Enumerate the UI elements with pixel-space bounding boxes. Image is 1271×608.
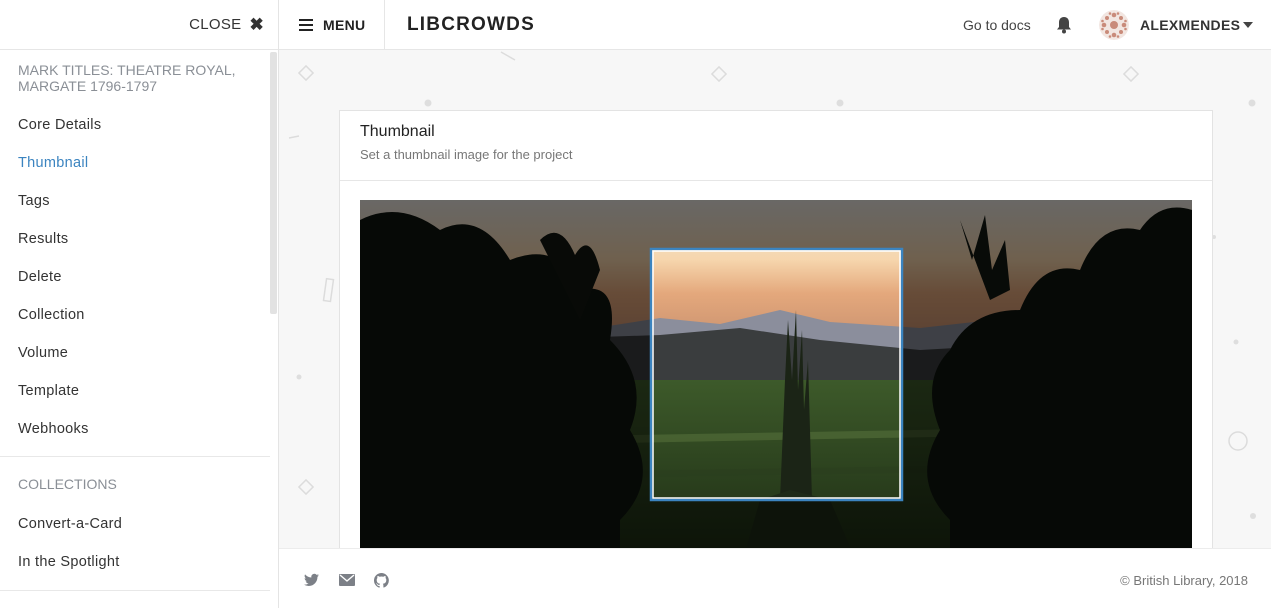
project-title: MARK TITLES: THEATRE ROYAL, MARGATE 1796…	[18, 62, 236, 94]
card-subtitle: Set a thumbnail image for the project	[360, 147, 573, 162]
twitter-icon[interactable]	[304, 573, 319, 587]
sidebar-item-convert-a-card[interactable]: Convert-a-Card	[0, 505, 270, 543]
brand-logo[interactable]: LIBCROWDS	[407, 14, 535, 36]
sidebar: CLOSE ✖ MARK TITLES: THEATRE ROYAL, MARG…	[0, 0, 279, 608]
sidebar-item-in-the-spotlight[interactable]: In the Spotlight	[0, 543, 270, 581]
top-bar: MENU LIBCROWDS Go to docs ALEXMENDES	[279, 0, 1271, 50]
sidebar-item-webhooks[interactable]: Webhooks	[0, 410, 270, 448]
collections-nav: Convert-a-Card In the Spotlight	[0, 505, 270, 581]
docs-link[interactable]: Go to docs	[963, 17, 1031, 33]
hamburger-icon	[299, 19, 313, 31]
footer: © British Library, 2018	[279, 548, 1271, 608]
card-header: Thumbnail Set a thumbnail image for the …	[340, 111, 1212, 181]
sidebar-item-template[interactable]: Template	[0, 372, 270, 410]
close-icon: ✖	[249, 14, 264, 34]
menu-label: MENU	[323, 17, 366, 33]
card-title: Thumbnail	[360, 123, 435, 140]
sidebar-item-results[interactable]: Results	[0, 220, 270, 258]
thumbnail-image-cropper[interactable]	[360, 200, 1192, 548]
sidebar-item-core-details[interactable]: Core Details	[0, 106, 270, 144]
username-dropdown[interactable]: ALEXMENDES	[1140, 17, 1240, 33]
collections-heading: COLLECTIONS	[18, 476, 117, 492]
sidebar-item-volume[interactable]: Volume	[0, 334, 270, 372]
sidebar-item-thumbnail[interactable]: Thumbnail	[0, 144, 270, 182]
github-icon[interactable]	[373, 573, 389, 588]
main-content: Thumbnail Set a thumbnail image for the …	[279, 50, 1271, 548]
close-label: CLOSE	[189, 16, 242, 33]
sidebar-scrollbar[interactable]	[270, 52, 277, 314]
sidebar-item-collection[interactable]: Collection	[0, 296, 270, 334]
mail-icon[interactable]	[339, 573, 355, 587]
menu-button[interactable]: MENU	[279, 0, 385, 50]
sidebar-item-delete[interactable]: Delete	[0, 258, 270, 296]
project-nav: Core Details Thumbnail Tags Results Dele…	[0, 106, 270, 448]
copyright-text: © British Library, 2018	[1120, 573, 1248, 588]
notifications-bell-icon[interactable]	[1056, 16, 1072, 34]
avatar[interactable]	[1099, 10, 1129, 40]
sidebar-item-tags[interactable]: Tags	[0, 182, 270, 220]
sidebar-divider	[0, 590, 270, 591]
chevron-down-icon[interactable]	[1243, 22, 1253, 28]
thumbnail-card: Thumbnail Set a thumbnail image for the …	[339, 110, 1213, 548]
close-sidebar-button[interactable]: CLOSE ✖	[0, 0, 278, 50]
sidebar-divider	[0, 456, 270, 457]
